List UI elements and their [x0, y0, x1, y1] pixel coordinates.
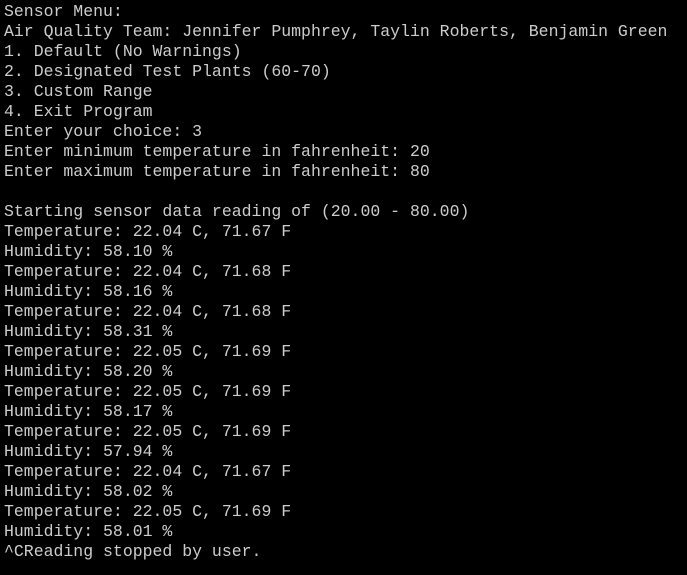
terminal-line: Humidity: 57.94 %: [4, 442, 173, 461]
terminal-window[interactable]: Sensor Menu: Air Quality Team: Jennifer P…: [0, 0, 687, 575]
terminal-line: Humidity: 58.31 %: [4, 322, 173, 341]
terminal-line: 2. Designated Test Plants (60-70): [4, 62, 331, 81]
terminal-line: Humidity: 58.20 %: [4, 362, 173, 381]
terminal-line: Sensor Menu:: [4, 2, 123, 21]
terminal-line: Humidity: 58.16 %: [4, 282, 173, 301]
terminal-line: Temperature: 22.04 C, 71.68 F: [4, 302, 292, 321]
terminal-line: Temperature: 22.05 C, 71.69 F: [4, 342, 292, 361]
terminal-line: Temperature: 22.04 C, 71.67 F: [4, 462, 292, 481]
terminal-line: Air Quality Team: Jennifer Pumphrey, Tay…: [4, 22, 668, 41]
terminal-line: Enter minimum temperature in fahrenheit:…: [4, 142, 430, 161]
terminal-line: Humidity: 58.17 %: [4, 402, 173, 421]
terminal-line: Humidity: 58.02 %: [4, 482, 173, 501]
terminal-line: 3. Custom Range: [4, 82, 153, 101]
terminal-line: 4. Exit Program: [4, 102, 153, 121]
terminal-line: Temperature: 22.05 C, 71.69 F: [4, 422, 292, 441]
terminal-line: ^CReading stopped by user.: [4, 542, 262, 561]
terminal-line: Temperature: 22.05 C, 71.69 F: [4, 382, 292, 401]
terminal-line: Temperature: 22.04 C, 71.68 F: [4, 262, 292, 281]
terminal-line: Temperature: 22.05 C, 71.69 F: [4, 502, 292, 521]
terminal-line: Starting sensor data reading of (20.00 -…: [4, 202, 470, 221]
terminal-output: Sensor Menu: Air Quality Team: Jennifer P…: [0, 0, 687, 562]
terminal-line: Enter your choice: 3: [4, 122, 203, 141]
terminal-line: 1. Default (No Warnings): [4, 42, 242, 61]
terminal-line: Humidity: 58.01 %: [4, 522, 173, 541]
terminal-line: Temperature: 22.04 C, 71.67 F: [4, 222, 292, 241]
terminal-line: Humidity: 58.10 %: [4, 242, 173, 261]
terminal-line: Enter maximum temperature in fahrenheit:…: [4, 162, 430, 181]
